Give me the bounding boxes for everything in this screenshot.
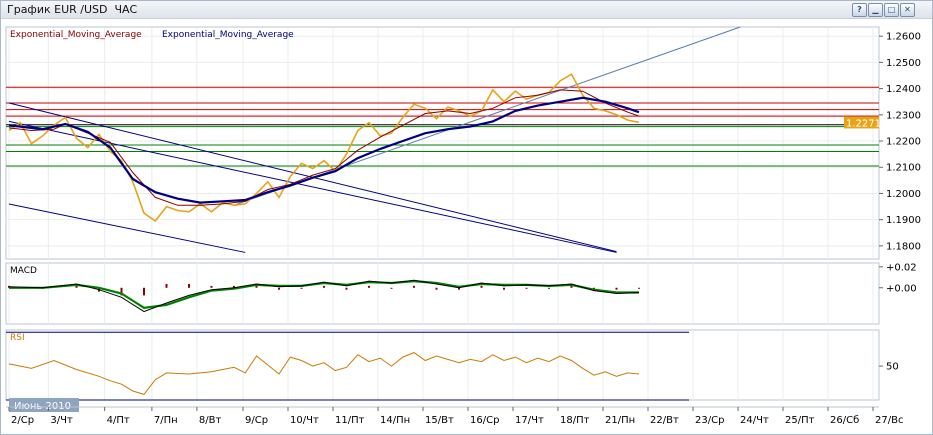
x-tick-label: 21/Пн: [605, 415, 635, 426]
price-panel: [5, 26, 880, 260]
x-tick-label: 27/Вс: [875, 415, 903, 426]
rsi-panel: [5, 329, 880, 401]
macd-histogram-bar: [143, 287, 145, 296]
close-button[interactable]: ✕: [900, 3, 915, 17]
y-tick-label: 1.2400: [886, 84, 921, 95]
x-tick-label: 3/Чт: [50, 415, 73, 426]
y-tick-label: +0.00: [886, 283, 917, 294]
x-tick-label: 10/Чт: [290, 415, 319, 426]
x-tick-label: 17/Чт: [515, 415, 544, 426]
y-tick-label: 1.1800: [886, 241, 921, 252]
macd-histogram-bar: [323, 285, 325, 288]
macd-histogram-bar: [75, 285, 78, 288]
macd-histogram-bar: [278, 287, 280, 290]
macd-histogram-bar: [390, 287, 393, 289]
x-tick-label: 2/Ср: [11, 415, 34, 426]
x-tick-label: 23/Ср: [695, 415, 724, 426]
legend-ema-fast: Exponential_Moving_Average: [10, 30, 142, 40]
minimize-button[interactable]: ▁: [868, 3, 883, 17]
macd-histogram-bar: [165, 283, 168, 288]
x-tick-label: 22/Вт: [650, 415, 679, 426]
macd-histogram-bar: [368, 285, 370, 288]
macd-histogram-bar: [525, 287, 528, 289]
x-tick-label: 7/Пн: [154, 415, 178, 426]
macd-histogram-bar: [435, 287, 438, 290]
current-price-label: 1.2271: [846, 118, 881, 129]
x-tick-label: 8/Вт: [199, 415, 222, 426]
y-tick-label: 1.2600: [886, 32, 921, 43]
macd-histogram-bar: [548, 287, 550, 289]
y-tick-label: +0.02: [886, 262, 917, 273]
macd-histogram-bar: [480, 285, 483, 288]
legend-ema-slow: Exponential_Moving_Average: [162, 30, 294, 40]
x-tick-label: 26/Сб: [830, 415, 859, 426]
macd-histogram-bar: [188, 283, 190, 288]
x-tick-label: 11/Пт: [335, 415, 365, 426]
x-tick-label: 18/Пт: [560, 415, 590, 426]
x-tick-label: 14/Пн: [380, 415, 410, 426]
title-bar: График EUR /USD ЧАС ? ▁ □ ✕: [1, 1, 932, 19]
x-tick-label: 9/Ср: [245, 415, 268, 426]
macd-panel: [5, 262, 880, 325]
y-tick-label: 1.2000: [886, 189, 921, 200]
y-tick-label: 50: [886, 362, 899, 373]
window-title: График EUR /USD ЧАС: [7, 3, 138, 16]
x-tick-label: 24/Чт: [740, 415, 769, 426]
x-tick-label: 4/Пт: [107, 415, 130, 426]
y-tick-label: 1.2200: [886, 137, 921, 148]
macd-histogram-bar: [413, 285, 415, 288]
macd-histogram-bar: [615, 287, 618, 290]
maximize-button[interactable]: □: [884, 3, 899, 17]
macd-title: MACD: [10, 266, 37, 276]
x-tick-label: 15/Вт: [425, 415, 454, 426]
macd-histogram-bar: [638, 287, 640, 289]
y-tick-label: 1.2100: [886, 163, 921, 174]
macd-histogram-bar: [300, 287, 303, 289]
y-tick-label: 1.2300: [886, 110, 921, 121]
y-tick-label: 1.2500: [886, 58, 921, 69]
macd-histogram-bar: [210, 285, 213, 288]
chart-window: График EUR /USD ЧАС ? ▁ □ ✕ 1.2600 1.2500…: [0, 0, 933, 435]
y-tick-label: 1.1900: [886, 215, 921, 226]
x-tick-label: 16/Ср: [470, 415, 499, 426]
x-tick-label: 25/Пт: [785, 415, 815, 426]
chart-area: 1.2600 1.2500 1.2400 1.2300 1.2200 1.2100 1.20…: [5, 26, 921, 426]
help-button[interactable]: ?: [852, 3, 867, 17]
macd-histogram-bar: [503, 287, 505, 290]
rsi-title: RSI: [10, 333, 25, 343]
macd-histogram-bar: [255, 285, 258, 288]
macd-histogram-bar: [345, 287, 348, 290]
